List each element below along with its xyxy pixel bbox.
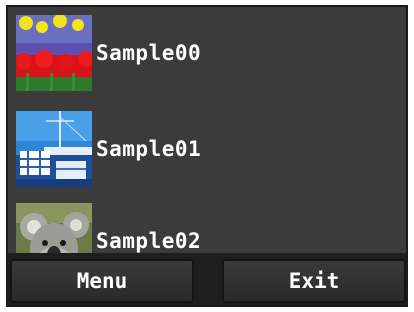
soft-key-bar: Menu Exit [8,253,406,305]
exit-button[interactable]: Exit [222,259,406,303]
printer-display: Sample00 Sample01 Sample02 Menu Exit [6,5,408,307]
tulips-thumbnail [16,15,92,91]
menu-button[interactable]: Menu [10,259,194,303]
ship-deck-thumbnail [16,111,92,187]
file-name: Sample01 [96,137,202,161]
list-item[interactable]: Sample00 [16,15,396,91]
file-name: Sample02 [96,229,202,253]
file-name: Sample00 [96,41,202,65]
list-item[interactable]: Sample01 [16,111,396,187]
